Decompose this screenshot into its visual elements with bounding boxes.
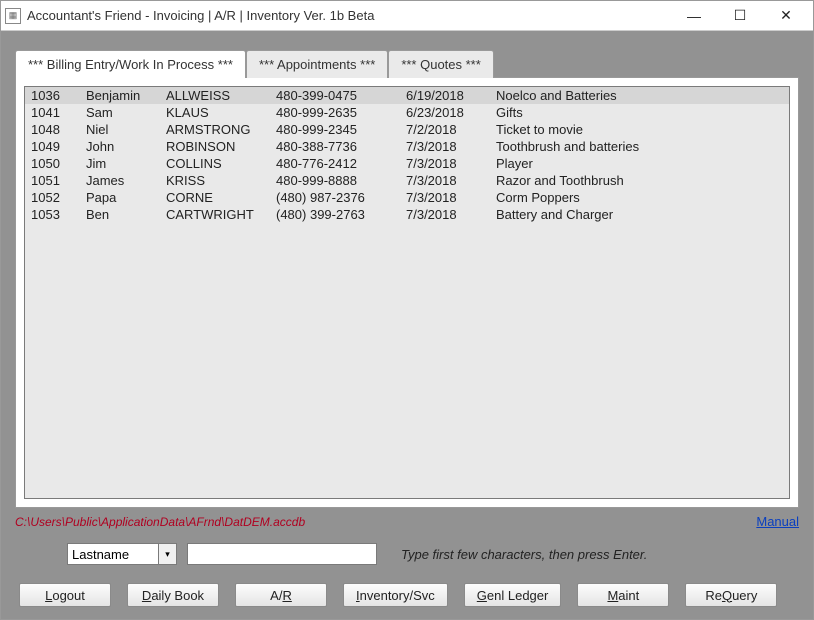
window-title: Accountant's Friend - Invoicing | A/R | … [27,8,671,23]
cell-desc: Battery and Charger [490,206,789,223]
daily-book-button[interactable]: Daily Book [127,583,219,607]
chevron-down-icon[interactable]: ▾ [159,543,177,565]
cell-first: Ben [80,206,160,223]
cell-phone: 480-999-2635 [270,104,400,121]
cell-id: 1052 [25,189,80,206]
cell-date: 7/2/2018 [400,121,490,138]
cell-phone: (480) 987-2376 [270,189,400,206]
cell-phone: 480-776-2412 [270,155,400,172]
cell-date: 7/3/2018 [400,155,490,172]
tab-strip: *** Billing Entry/Work In Process *** **… [15,49,799,77]
cell-date: 7/3/2018 [400,138,490,155]
cell-id: 1048 [25,121,80,138]
cell-id: 1049 [25,138,80,155]
genl-ledger-button[interactable]: Genl Ledger [464,583,562,607]
cell-first: Benjamin [80,87,160,104]
search-field-dropdown[interactable]: ▾ [67,543,177,565]
cell-first: Sam [80,104,160,121]
tab-billing[interactable]: *** Billing Entry/Work In Process *** [15,50,246,78]
cell-desc: Razor and Toothbrush [490,172,789,189]
close-button[interactable]: ✕ [763,2,809,30]
ar-button[interactable]: A/R [235,583,327,607]
billing-grid[interactable]: 1036BenjaminALLWEISS480-399-04756/19/201… [24,86,790,499]
cell-id: 1053 [25,206,80,223]
inventory-button[interactable]: Inventory/Svc [343,583,448,607]
search-input[interactable] [187,543,377,565]
cell-phone: 480-388-7736 [270,138,400,155]
button-row: Logout Daily Book A/R Inventory/Svc Genl… [15,583,799,607]
cell-desc: Corm Poppers [490,189,789,206]
cell-desc: Ticket to movie [490,121,789,138]
cell-last: ALLWEISS [160,87,270,104]
search-field-input[interactable] [67,543,159,565]
minimize-button[interactable]: — [671,2,717,30]
footer-path-row: C:\Users\Public\ApplicationData\AFrnd\Da… [15,514,799,529]
cell-id: 1051 [25,172,80,189]
table-row[interactable]: 1048NielARMSTRONG480-999-23457/2/2018Tic… [25,121,789,138]
tab-quotes[interactable]: *** Quotes *** [388,50,494,78]
cell-date: 7/3/2018 [400,189,490,206]
cell-phone: (480) 399-2763 [270,206,400,223]
db-path: C:\Users\Public\ApplicationData\AFrnd\Da… [15,515,305,529]
table-row[interactable]: 1036BenjaminALLWEISS480-399-04756/19/201… [25,87,789,104]
table-row[interactable]: 1049JohnROBINSON480-388-77367/3/2018Toot… [25,138,789,155]
cell-last: COLLINS [160,155,270,172]
table-row[interactable]: 1051JamesKRISS480-999-88887/3/2018Razor … [25,172,789,189]
tab-appointments[interactable]: *** Appointments *** [246,50,388,78]
cell-last: KLAUS [160,104,270,121]
cell-first: Niel [80,121,160,138]
form-icon: ▦ [5,8,21,24]
cell-phone: 480-999-2345 [270,121,400,138]
table-row[interactable]: 1053BenCARTWRIGHT(480) 399-27637/3/2018B… [25,206,789,223]
cell-desc: Gifts [490,104,789,121]
cell-last: CARTWRIGHT [160,206,270,223]
manual-link[interactable]: Manual [756,514,799,529]
cell-last: ROBINSON [160,138,270,155]
maximize-button[interactable]: ☐ [717,2,763,30]
cell-id: 1041 [25,104,80,121]
tab-panel-billing: 1036BenjaminALLWEISS480-399-04756/19/201… [15,77,799,508]
titlebar[interactable]: ▦ Accountant's Friend - Invoicing | A/R … [1,1,813,31]
cell-first: Jim [80,155,160,172]
cell-id: 1050 [25,155,80,172]
logout-button[interactable]: Logout [19,583,111,607]
cell-id: 1036 [25,87,80,104]
form-body: *** Billing Entry/Work In Process *** **… [1,31,813,619]
table-row[interactable]: 1050JimCOLLINS480-776-24127/3/2018Player [25,155,789,172]
maint-button[interactable]: Maint [577,583,669,607]
table-row[interactable]: 1041SamKLAUS480-999-26356/23/2018Gifts [25,104,789,121]
requery-button[interactable]: ReQuery [685,583,777,607]
cell-date: 7/3/2018 [400,206,490,223]
cell-date: 6/23/2018 [400,104,490,121]
cell-first: James [80,172,160,189]
cell-date: 7/3/2018 [400,172,490,189]
cell-first: Papa [80,189,160,206]
cell-last: ARMSTRONG [160,121,270,138]
cell-last: CORNE [160,189,270,206]
cell-phone: 480-999-8888 [270,172,400,189]
cell-desc: Noelco and Batteries [490,87,789,104]
cell-last: KRISS [160,172,270,189]
app-window: ▦ Accountant's Friend - Invoicing | A/R … [0,0,814,620]
cell-desc: Player [490,155,789,172]
cell-desc: Toothbrush and batteries [490,138,789,155]
search-hint: Type first few characters, then press En… [401,547,647,562]
cell-first: John [80,138,160,155]
search-row: ▾ Type first few characters, then press … [15,543,799,565]
cell-date: 6/19/2018 [400,87,490,104]
table-row[interactable]: 1052PapaCORNE(480) 987-23767/3/2018Corm … [25,189,789,206]
window-controls: — ☐ ✕ [671,2,809,30]
cell-phone: 480-399-0475 [270,87,400,104]
